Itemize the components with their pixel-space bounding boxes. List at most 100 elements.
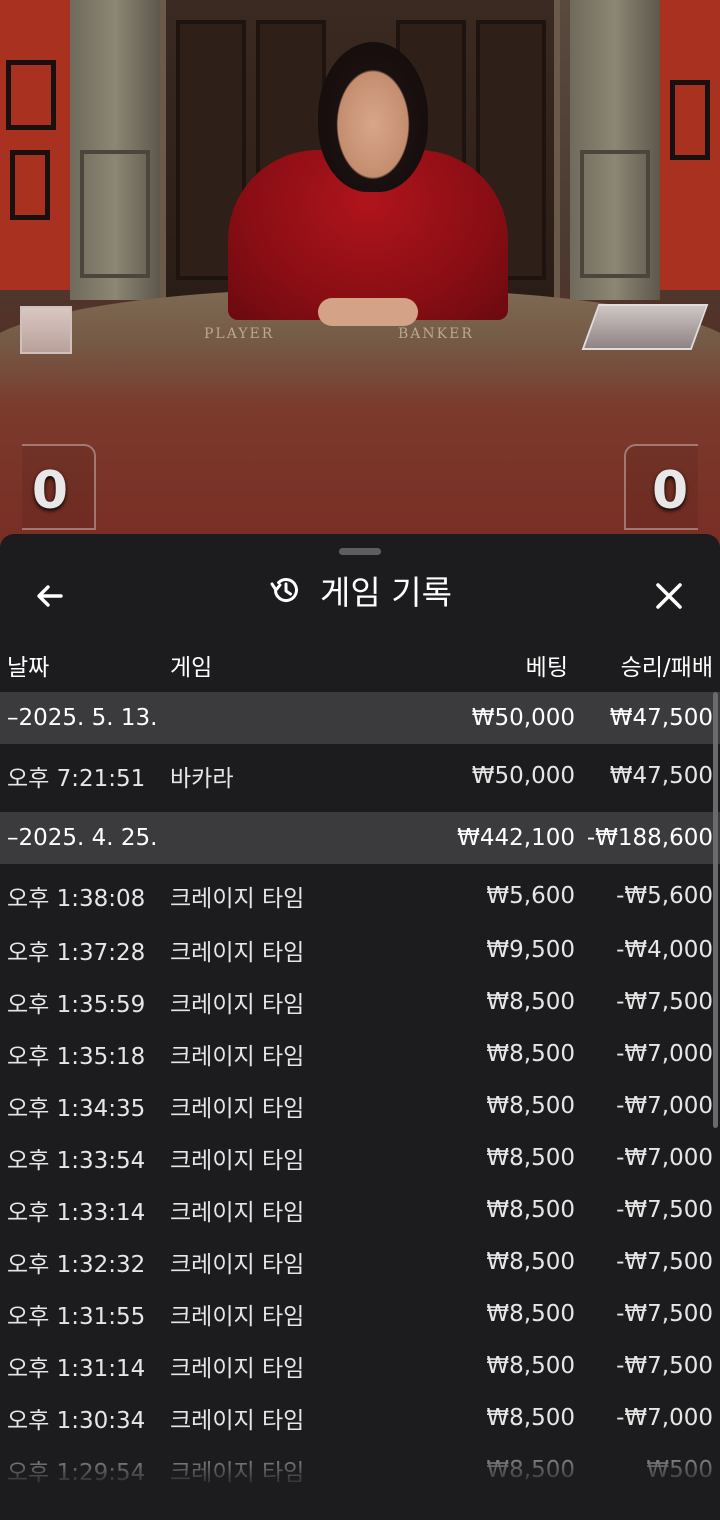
row-date: 오후 1:29:54 [7,1460,146,1486]
card-shoe-left [20,306,72,354]
row-game: 바카라 [170,766,234,792]
row-bet: ₩8,500 [486,989,575,1015]
row-bet: ₩9,500 [486,937,575,963]
column-header-bet: 베팅 [525,655,568,681]
history-row[interactable]: 오후 1:32:32 크레이지 타임 ₩8,500 -₩7,500 [0,1236,720,1288]
dealer-hands [318,298,418,326]
sheet-title-group: 게임 기록 [0,566,720,614]
row-bet: ₩442,100 [457,825,575,851]
row-bet: ₩8,500 [486,1405,575,1431]
row-game: 크레이지 타임 [170,992,305,1018]
game-history-sheet: 게임 기록 날짜 게임 베팅 승리/패배 –2025. 5. 13. ₩50,00… [0,534,720,1520]
drag-handle[interactable] [339,548,381,555]
row-bet: ₩8,500 [486,1457,575,1483]
history-row[interactable]: 오후 7:21:51 바카라 ₩50,000 ₩47,500 [0,748,720,804]
row-bet: ₩5,600 [486,883,575,909]
row-result: ₩47,500 [609,705,713,731]
row-date: 오후 1:33:54 [7,1148,146,1174]
row-bet: ₩8,500 [486,1197,575,1223]
row-date: 오후 1:31:14 [7,1356,146,1382]
row-result: -₩4,000 [616,937,713,963]
row-date: 오후 1:32:32 [7,1252,146,1278]
row-date: 오후 1:34:35 [7,1096,146,1122]
scrollbar[interactable] [713,692,718,1128]
history-icon [270,578,298,603]
row-date: 오후 1:35:18 [7,1044,146,1070]
row-result: -₩7,000 [616,1145,713,1171]
row-date: 오후 1:31:55 [7,1304,146,1330]
row-result: -₩7,500 [616,989,713,1015]
row-bet: ₩8,500 [486,1041,575,1067]
row-date: –2025. 5. 13. [7,705,158,731]
live-video-feed: PLAYER BANKER 0 0 [0,0,720,560]
history-row[interactable]: 오후 1:37:28 크레이지 타임 ₩9,500 -₩4,000 [0,924,720,976]
row-game: 크레이지 타임 [170,1044,305,1070]
close-icon [656,583,682,609]
history-row[interactable]: 오후 1:31:14 크레이지 타임 ₩8,500 -₩7,500 [0,1340,720,1392]
row-date: 오후 1:33:14 [7,1200,146,1226]
row-bet: ₩8,500 [486,1301,575,1327]
row-game: 크레이지 타임 [170,940,305,966]
lattice-decor-left-2 [10,150,50,220]
column-header-date: 날짜 [7,655,50,681]
row-bet: ₩8,500 [486,1093,575,1119]
dealer-head [318,42,428,192]
pillar-left [70,0,160,300]
row-bet: ₩8,500 [486,1353,575,1379]
sheet-header: 게임 기록 [0,556,720,628]
history-row[interactable]: 오후 1:33:14 크레이지 타임 ₩8,500 -₩7,500 [0,1184,720,1236]
row-date: 오후 1:38:08 [7,886,146,912]
row-date: 오후 1:37:28 [7,940,146,966]
row-game: 크레이지 타임 [170,1096,305,1122]
row-bet: ₩8,500 [486,1145,575,1171]
banker-score: 0 [624,444,698,530]
row-bet: ₩50,000 [471,763,575,789]
row-date: 오후 1:35:59 [7,992,146,1018]
row-game: 크레이지 타임 [170,1200,305,1226]
row-bet: ₩50,000 [471,705,575,731]
sheet-title: 게임 기록 [320,573,452,612]
card-shoe-right [581,304,709,350]
history-row[interactable]: 오후 1:35:59 크레이지 타임 ₩8,500 -₩7,500 [0,976,720,1028]
history-row[interactable]: 오후 1:34:35 크레이지 타임 ₩8,500 -₩7,000 [0,1080,720,1132]
history-row[interactable]: 오후 1:33:54 크레이지 타임 ₩8,500 -₩7,000 [0,1132,720,1184]
history-row[interactable]: 오후 1:30:34 크레이지 타임 ₩8,500 -₩7,000 [0,1392,720,1444]
date-group-row: –2025. 5. 13. ₩50,000 ₩47,500 [0,692,720,744]
history-row[interactable]: 오후 1:35:18 크레이지 타임 ₩8,500 -₩7,000 [0,1028,720,1080]
column-header-game: 게임 [170,655,213,681]
table-label-banker: BANKER [398,326,474,342]
row-game: 크레이지 타임 [170,1460,305,1486]
row-result: -₩7,000 [616,1093,713,1119]
row-game: 크레이지 타임 [170,1148,305,1174]
row-result: -₩7,500 [616,1249,713,1275]
history-row[interactable]: 오후 1:38:08 크레이지 타임 ₩5,600 -₩5,600 [0,868,720,924]
player-score: 0 [22,444,96,530]
pillar-right [570,0,660,300]
row-date: –2025. 4. 25. [7,825,158,851]
row-result: -₩7,500 [616,1301,713,1327]
row-game: 크레이지 타임 [170,1304,305,1330]
row-result: -₩5,600 [616,883,713,909]
column-header-result: 승리/패배 [620,655,713,681]
row-result: -₩7,500 [616,1353,713,1379]
row-result: -₩7,500 [616,1197,713,1223]
row-bet: ₩8,500 [486,1249,575,1275]
row-result: -₩7,000 [616,1041,713,1067]
row-result: -₩7,000 [616,1405,713,1431]
history-row[interactable]: 오후 1:29:54 크레이지 타임 ₩8,500 ₩500 [0,1444,720,1496]
row-date: 오후 7:21:51 [7,766,146,792]
lattice-decor-right [670,80,710,160]
close-button[interactable] [645,572,693,620]
row-game: 크레이지 타임 [170,1356,305,1382]
history-row[interactable]: 오후 1:31:55 크레이지 타임 ₩8,500 -₩7,500 [0,1288,720,1340]
row-date: 오후 1:30:34 [7,1408,146,1434]
row-game: 크레이지 타임 [170,1408,305,1434]
row-result: -₩188,600 [586,825,713,851]
lattice-decor-left [6,60,56,130]
row-result: ₩500 [646,1457,713,1483]
row-result: ₩47,500 [609,763,713,789]
history-list[interactable]: –2025. 5. 13. ₩50,000 ₩47,500 오후 7:21:51 바카라… [0,692,720,1520]
table-label-player: PLAYER [204,326,275,342]
row-game: 크레이지 타임 [170,1252,305,1278]
row-game: 크레이지 타임 [170,886,305,912]
